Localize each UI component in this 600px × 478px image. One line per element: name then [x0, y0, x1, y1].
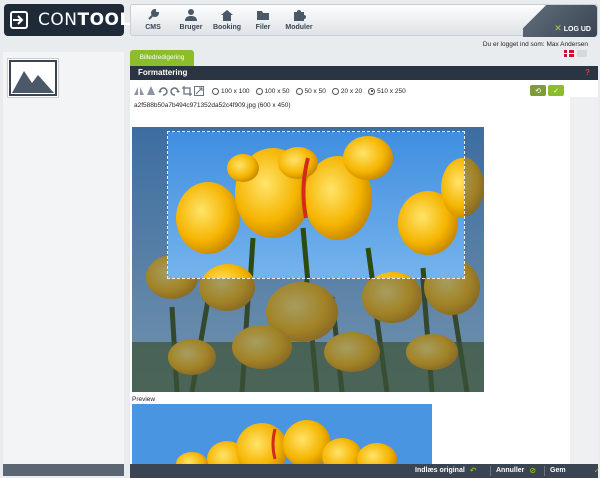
image-thumbnail-icon[interactable]: [7, 58, 59, 98]
reset-button[interactable]: ⟲: [530, 85, 546, 96]
size-option-100x50[interactable]: 100 x 50: [255, 87, 290, 95]
check-icon: ✓: [553, 87, 559, 95]
logged-in-user: Du er logget ind som: Max Andersen: [482, 41, 588, 48]
cancel-icon: ⊘: [529, 466, 537, 475]
sidebar-footer: [3, 464, 124, 476]
size-option-50x50[interactable]: 50 x 50: [295, 87, 326, 95]
image-canvas[interactable]: [132, 127, 484, 392]
tab-billedredigering[interactable]: Billedredigering: [130, 50, 194, 66]
divider: [544, 466, 545, 476]
right-gutter: [570, 97, 598, 464]
english-flag-icon[interactable]: [577, 50, 587, 57]
check-icon: ✓: [593, 466, 600, 475]
crop-selection[interactable]: [167, 131, 465, 279]
logo-text: CONTOOL: [38, 10, 131, 30]
rotate-right-icon[interactable]: [170, 86, 180, 96]
undo-icon: ↶: [469, 466, 477, 475]
size-option-100x100[interactable]: 100 x 100: [212, 87, 250, 95]
help-icon[interactable]: ?: [585, 66, 590, 80]
radio-button-selected[interactable]: [368, 87, 376, 95]
size-option-20x20[interactable]: 20 x 20: [331, 87, 362, 95]
panel-title-bar: Formattering ?: [130, 66, 598, 80]
tulip-photo-crop: [168, 132, 464, 278]
size-option-510x250[interactable]: 510 x 250: [368, 87, 406, 95]
house-icon: [221, 10, 233, 21]
crop-icon[interactable]: [182, 86, 192, 96]
preview-image: [132, 404, 432, 464]
refresh-icon: ⟲: [535, 87, 541, 95]
danish-flag-icon[interactable]: [564, 50, 574, 57]
apply-button[interactable]: ✓: [548, 85, 564, 96]
user-icon: [185, 9, 197, 21]
flip-vertical-icon[interactable]: [146, 86, 156, 96]
resize-icon[interactable]: [194, 86, 204, 96]
radio-button[interactable]: [212, 87, 219, 95]
wrench-icon: [148, 8, 160, 20]
radio-button[interactable]: [331, 87, 339, 95]
radio-button[interactable]: [255, 87, 263, 95]
preview-label: Preview: [132, 396, 156, 403]
action-bar: Indlæs original ↶ Annuller ⊘ Gem ✓: [130, 464, 600, 478]
nav-item-filer[interactable]: Filer: [245, 8, 281, 36]
nav-item-cms[interactable]: CMS: [135, 8, 171, 36]
panel-title: Formattering: [138, 68, 188, 77]
nav-item-booking[interactable]: Booking: [209, 8, 245, 36]
radio-button[interactable]: [295, 87, 303, 95]
sidebar: [3, 52, 124, 464]
edit-toolbar: 100 x 100 100 x 50 50 x 50 20 x 20 510 x…: [134, 85, 568, 97]
tulip-preview: [132, 404, 432, 464]
x-icon: ✕: [554, 23, 562, 33]
save-button[interactable]: Gem ✓: [550, 464, 600, 478]
nav-item-bruger[interactable]: Bruger: [173, 8, 209, 36]
nav-item-moduler[interactable]: Moduler: [281, 8, 317, 36]
reload-original-button[interactable]: Indlæs original ↶: [415, 464, 477, 478]
puzzle-icon: [294, 10, 306, 21]
file-name: a2f588b50a7b494c971352da52c4f909.jpg (60…: [134, 102, 291, 109]
rotate-left-icon[interactable]: [158, 86, 168, 96]
contool-logo[interactable]: CONTOOL: [4, 4, 130, 36]
logout-button[interactable]: ✕ LOG UD: [523, 5, 597, 37]
flip-horizontal-icon[interactable]: [134, 86, 144, 96]
divider: [490, 466, 491, 476]
top-nav-bar: CMS Bruger Booking Filer Moduler ✕ LOG U…: [130, 4, 598, 37]
arrow-icon: [10, 11, 28, 29]
folder-icon: [257, 11, 269, 20]
cancel-button[interactable]: Annuller ⊘: [496, 464, 536, 478]
